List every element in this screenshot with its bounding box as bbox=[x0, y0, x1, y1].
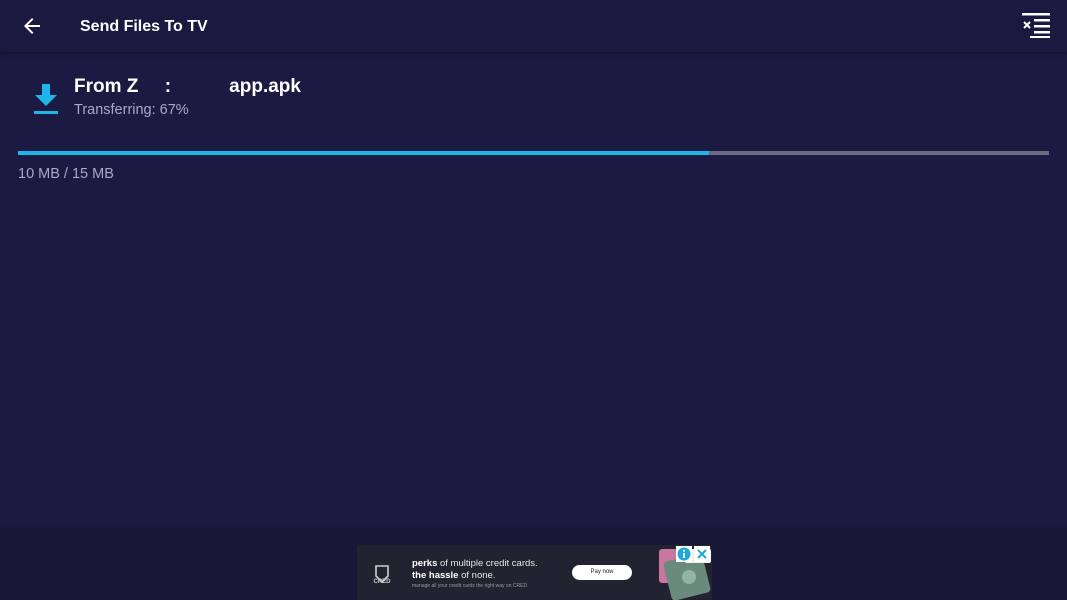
page-title: Send Files To TV bbox=[80, 18, 208, 35]
progress-fill bbox=[18, 151, 709, 155]
app-bar: Send Files To TV bbox=[0, 0, 1067, 52]
transfer-status: Transferring: 67% bbox=[74, 102, 189, 118]
ad-headline-bold-1: perks bbox=[412, 558, 438, 569]
ad-headline: perks of multiple credit cards. the hass… bbox=[412, 558, 538, 582]
back-button[interactable] bbox=[20, 14, 44, 38]
ad-headline-rest-1: of multiple credit cards. bbox=[437, 558, 538, 569]
clear-list-button[interactable] bbox=[1022, 12, 1050, 38]
cred-logo-icon bbox=[375, 565, 389, 584]
ad-banner[interactable]: CRED perks of multiple credit cards. the… bbox=[357, 545, 712, 600]
ad-headline-bold-2: the hassle bbox=[412, 570, 459, 581]
ad-close-button[interactable] bbox=[694, 546, 710, 562]
progress-bar bbox=[18, 151, 1049, 155]
ad-cta-button[interactable]: Pay now bbox=[572, 565, 632, 580]
info-icon bbox=[676, 546, 692, 562]
transfer-item: From Z : app.apk Transferring: 67% 10 MB… bbox=[0, 60, 1067, 200]
file-name: From Z : app.apk bbox=[74, 76, 301, 97]
ad-subtext: manage all your credit cards the right w… bbox=[412, 583, 528, 589]
ad-brand: CRED bbox=[373, 579, 391, 585]
arrow-left-icon bbox=[24, 18, 40, 34]
ad-headline-rest-2: of none. bbox=[458, 570, 496, 581]
close-icon bbox=[697, 549, 707, 559]
ad-info-button[interactable] bbox=[676, 546, 692, 562]
transfer-size: 10 MB / 15 MB bbox=[18, 166, 114, 182]
clear-list-icon bbox=[1022, 13, 1050, 38]
download-icon bbox=[34, 84, 58, 114]
